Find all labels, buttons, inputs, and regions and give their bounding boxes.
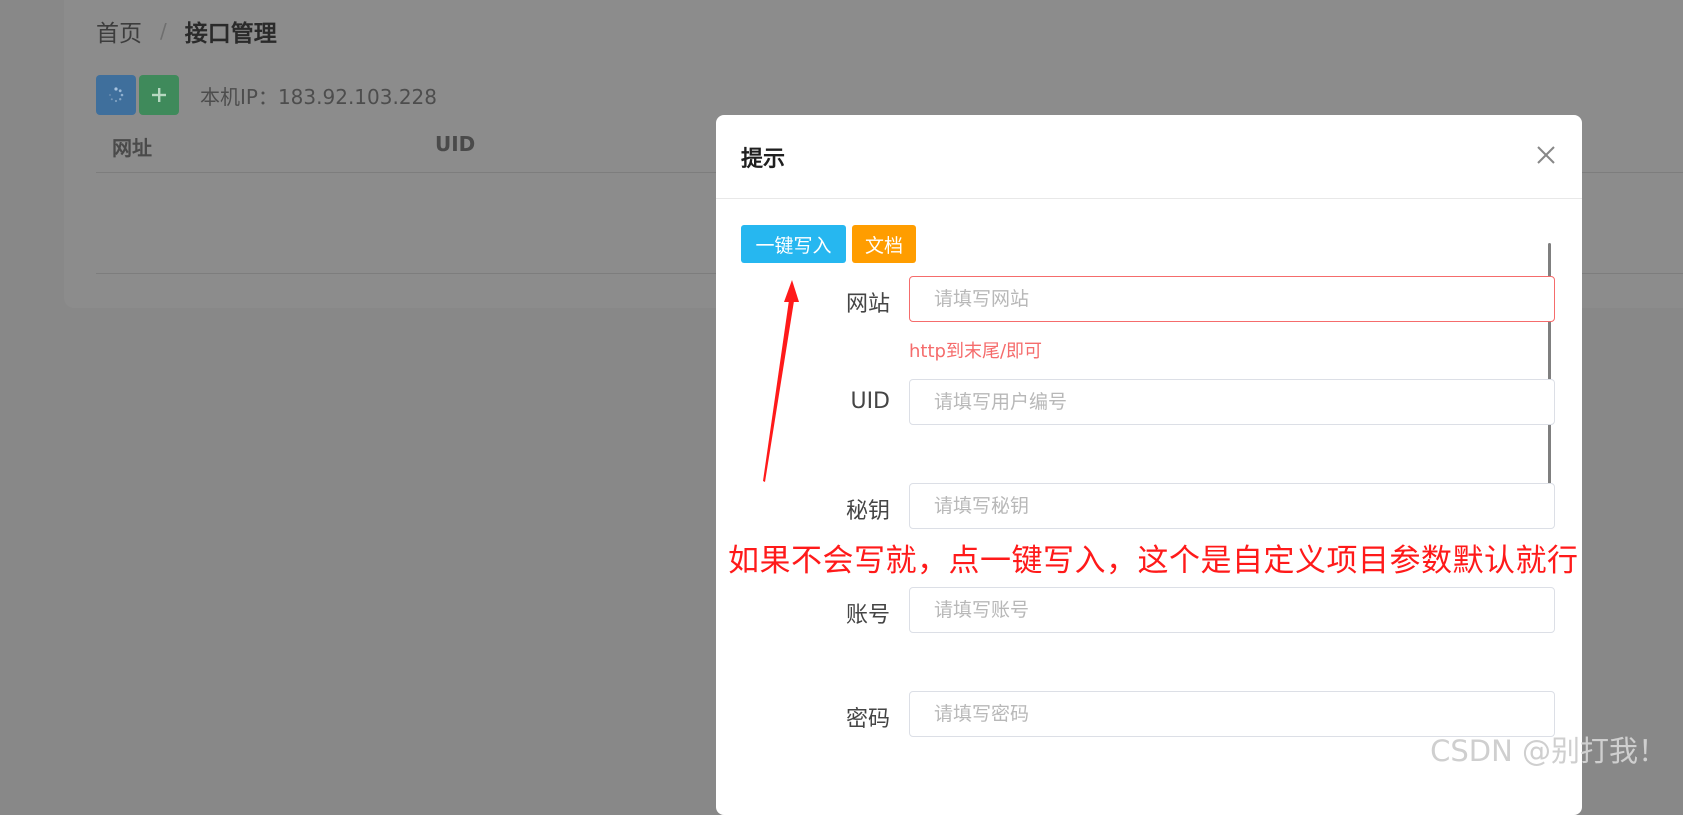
add-button[interactable] [139, 75, 179, 115]
uid-input[interactable] [909, 379, 1555, 425]
form-row-website: 网站 [716, 276, 1582, 324]
breadcrumb-current: 接口管理 [184, 21, 277, 47]
form-row-secret: 秘钥 [716, 483, 1582, 531]
account-label: 账号 [845, 603, 890, 628]
breadcrumb-home[interactable]: 首页 [96, 14, 142, 48]
dialog-title: 提示 [741, 147, 786, 172]
close-icon[interactable] [1532, 141, 1560, 169]
column-header-website: 网址 [112, 136, 152, 160]
breadcrumb-separator: / [160, 19, 167, 43]
local-ip-text: 本机IP：183.92.103.228 [200, 84, 438, 109]
form-row-account: 账号 [716, 587, 1582, 635]
docs-button[interactable]: 文档 [852, 225, 916, 263]
column-header-uid: UID [435, 132, 476, 156]
account-input[interactable] [909, 587, 1555, 633]
dialog-header: 提示 [716, 115, 1582, 199]
website-input[interactable] [909, 276, 1555, 322]
one-click-fill-button[interactable]: 一键写入 [741, 225, 846, 263]
refresh-icon [109, 87, 124, 103]
watermark: CSDN @别打我！ [1430, 734, 1667, 768]
uid-label: UID [850, 389, 890, 414]
secret-input[interactable] [909, 483, 1555, 529]
secret-label: 秘钥 [845, 499, 890, 524]
dialog-button-row: 一键写入 文档 [741, 225, 922, 263]
password-label: 密码 [845, 707, 890, 732]
breadcrumb: 首页 / 接口管理 [96, 14, 277, 48]
website-error-message: http到末尾/即可 [909, 341, 1043, 362]
plus-icon [152, 88, 166, 102]
form-row-uid: UID [716, 379, 1582, 427]
dialog: 提示 一键写入 文档 网站 http到末尾/即可 UID 秘钥 账号 密码 [716, 115, 1582, 815]
website-label: 网站 [845, 292, 890, 317]
annotation-text: 如果不会写就，点一键写入，这个是自定义项目参数默认就行 [728, 543, 1579, 579]
toolbar: 本机IP：183.92.103.228 [96, 75, 437, 115]
refresh-button[interactable] [96, 75, 136, 115]
